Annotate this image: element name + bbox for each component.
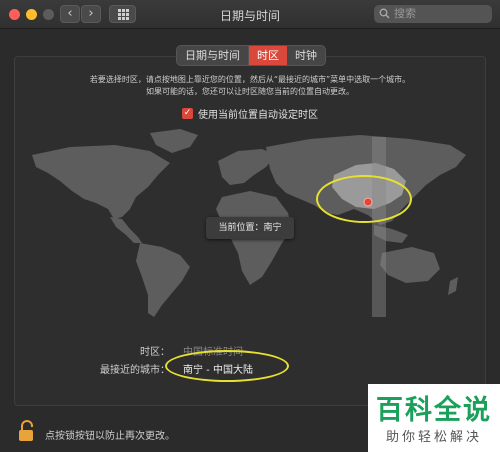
timezone-band — [372, 137, 386, 317]
unlocked-lock-icon[interactable] — [17, 420, 37, 442]
auto-timezone-label: 使用当前位置自动设定时区 — [198, 110, 318, 121]
tab-bar: 日期与时间 时区 时钟 — [176, 45, 326, 66]
new-zealand — [448, 277, 458, 295]
greenland — [150, 129, 198, 153]
checkmark-icon: ✓ — [183, 108, 192, 118]
watermark-title: 百科全说 — [376, 395, 492, 426]
search-input[interactable]: 搜索 — [374, 5, 492, 23]
north-america — [32, 145, 170, 219]
south-america — [136, 243, 190, 317]
current-location-tooltip: 当前位置：南宁 — [206, 217, 294, 239]
tab-clock[interactable]: 时钟 — [287, 46, 325, 65]
australia — [380, 247, 440, 283]
europe — [218, 149, 276, 185]
auto-timezone-checkbox[interactable]: ✓ — [182, 108, 193, 119]
lock-hint-text: 点按锁按钮以防止再次更改。 — [45, 431, 175, 442]
watermark-subtitle: 助你轻松解决 — [385, 430, 482, 445]
title-bar: ‹ › 日期与时间 搜索 — [0, 0, 500, 29]
tab-date-time[interactable]: 日期与时间 — [177, 46, 249, 65]
central-america — [110, 217, 142, 243]
search-placeholder: 搜索 — [394, 7, 416, 20]
watermark-logo: 百科全说 助你轻松解决 — [368, 384, 500, 452]
instruction-line-2: 如果可能的话，您还可以让时区随您当前的位置自动更改。 — [146, 87, 354, 96]
timezone-label: 时区： — [140, 347, 170, 358]
instruction-line-1: 若要选择时区，请点按地图上靠近您的位置，然后从“最接近的城市”菜单中选取一个城市… — [89, 75, 411, 84]
tab-time-zone[interactable]: 时区 — [249, 46, 287, 65]
closest-city-label: 最接近的城市： — [100, 365, 170, 376]
auto-timezone-row[interactable]: ✓ 使用当前位置自动设定时区 — [182, 106, 318, 121]
annotation-circle-map — [316, 175, 412, 223]
search-icon — [379, 8, 390, 19]
annotation-circle-city — [165, 350, 289, 382]
